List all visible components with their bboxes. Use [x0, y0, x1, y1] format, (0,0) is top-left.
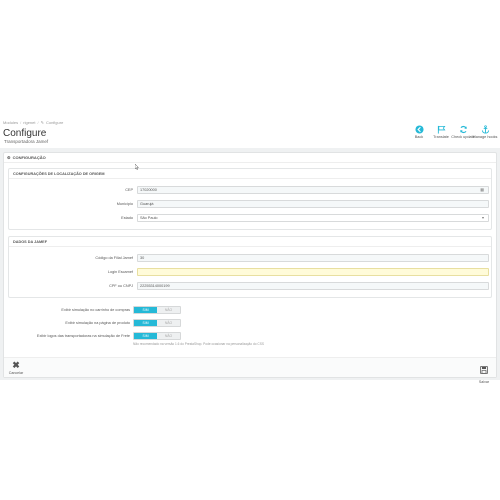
save-button-label: Salvar: [478, 380, 490, 384]
cpf-input[interactable]: 22255314000199: [137, 282, 489, 290]
cpf-value: 22255314000199: [140, 284, 170, 288]
municipio-value: Guarujá: [140, 202, 154, 206]
product-simulation-label: Exibir simulação na página de produto: [65, 321, 130, 325]
anchor-icon: [480, 124, 490, 134]
toggle-yes[interactable]: SIM: [134, 320, 157, 326]
breadcrumb-item-modules[interactable]: Modules: [3, 120, 18, 125]
carrier-logos-row: Exibir logos das transportadoras na simu…: [4, 332, 494, 341]
cep-row: CEP 17020000 ▦: [9, 186, 491, 195]
refresh-icon: [458, 124, 468, 134]
cep-input[interactable]: 17020000 ▦: [137, 186, 489, 194]
cep-label: CEP: [125, 188, 133, 192]
wrench-icon: ✎: [40, 120, 44, 125]
breadcrumb-item-module[interactable]: rigenet: [23, 120, 35, 125]
login-row: Login Escamef: [9, 268, 491, 277]
cancel-button[interactable]: ✖ Cancelar: [8, 360, 24, 376]
translate-button-label: Translate: [433, 135, 449, 139]
cog-icon: ⚙: [7, 155, 11, 160]
cancel-button-label: Cancelar: [8, 371, 24, 375]
panel-header: ⚙ CONFIGURAÇÃO: [4, 153, 496, 163]
manage-hooks-button[interactable]: Manage hooks: [473, 124, 497, 139]
check-update-button-label: Check update: [451, 135, 475, 139]
breadcrumb: Modules / rigenet / ✎ Configure: [3, 120, 63, 125]
filial-input[interactable]: 30: [137, 254, 489, 262]
manage-hooks-button-label: Manage hooks: [472, 135, 498, 139]
flag-icon: [436, 124, 446, 134]
filial-row: Código da Filial Jamef 30: [9, 254, 491, 263]
help-text: Não recomendado na versão 1.6 do PrestaS…: [133, 342, 264, 346]
calendar-icon[interactable]: ▦: [480, 187, 484, 193]
back-button[interactable]: Back: [410, 124, 428, 139]
save-button[interactable]: Salvar: [476, 361, 492, 384]
origin-settings-panel: CONFIGURAÇÕES DE LOCALIZAÇÃO DE ORIGEM C…: [8, 168, 492, 230]
toggle-no[interactable]: NÃO: [157, 320, 180, 326]
jamef-data-panel: DADOS DA JAMEF Código da Filial Jamef 30…: [8, 236, 492, 298]
municipio-row: Município Guarujá: [9, 200, 491, 209]
close-icon: ✖: [12, 360, 20, 370]
breadcrumb-item-current: Configure: [45, 120, 64, 125]
estado-select[interactable]: São Paulo ▾: [137, 214, 489, 222]
toggle-no[interactable]: NÃO: [157, 333, 180, 339]
login-label: Login Escamef: [107, 270, 133, 274]
cart-simulation-toggle[interactable]: SIM NÃO: [133, 306, 181, 314]
toolbar: Back Translate Check update Manage hooks: [410, 124, 497, 139]
carrier-logos-label: Exibir logos das transportadoras na simu…: [36, 334, 130, 338]
breadcrumb-separator: /: [20, 120, 22, 125]
configuration-panel: ⚙ CONFIGURAÇÃO CONFIGURAÇÕES DE LOCALIZA…: [3, 152, 497, 384]
save-icon: [480, 361, 488, 379]
breadcrumb-separator: /: [37, 120, 39, 125]
cart-simulation-row: Exibir simulação no carrinho de compras …: [4, 306, 494, 315]
filial-label: Código da Filial Jamef: [95, 256, 133, 260]
mouse-cursor-icon: [134, 157, 139, 170]
product-simulation-toggle[interactable]: SIM NÃO: [133, 319, 181, 327]
cpf-label: CPF ou CNPJ: [109, 284, 133, 288]
page-subtitle: Transportadora Jamef: [4, 139, 49, 144]
panel-title: CONFIGURAÇÃO: [12, 155, 46, 160]
toggle-no[interactable]: NÃO: [157, 307, 180, 313]
translate-button[interactable]: Translate: [432, 124, 450, 139]
jamef-data-title: DADOS DA JAMEF: [9, 237, 491, 247]
check-update-button[interactable]: Check update: [451, 124, 475, 139]
municipio-input[interactable]: Guarujá: [137, 200, 489, 208]
municipio-label: Município: [116, 202, 133, 206]
back-button-label: Back: [414, 135, 424, 139]
origin-settings-title: CONFIGURAÇÕES DE LOCALIZAÇÃO DE ORIGEM: [9, 169, 491, 179]
estado-value: São Paulo: [140, 216, 158, 220]
cart-simulation-label: Exibir simulação no carrinho de compras: [61, 308, 130, 312]
back-icon: [414, 124, 424, 134]
toggle-yes[interactable]: SIM: [134, 307, 157, 313]
chevron-down-icon: ▾: [481, 215, 484, 220]
login-input[interactable]: [137, 268, 489, 276]
cpf-row: CPF ou CNPJ 22255314000199: [9, 282, 491, 291]
estado-label: Estado: [121, 216, 133, 220]
toggle-yes[interactable]: SIM: [134, 333, 157, 339]
cep-value: 17020000: [140, 188, 157, 192]
product-simulation-row: Exibir simulação na página de produto SI…: [4, 319, 494, 328]
estado-row: Estado São Paulo ▾: [9, 214, 491, 223]
carrier-logos-toggle[interactable]: SIM NÃO: [133, 332, 181, 340]
filial-value: 30: [140, 256, 145, 260]
page-title: Configure: [3, 128, 47, 139]
panel-footer: ✖ Cancelar Salvar: [4, 357, 496, 384]
